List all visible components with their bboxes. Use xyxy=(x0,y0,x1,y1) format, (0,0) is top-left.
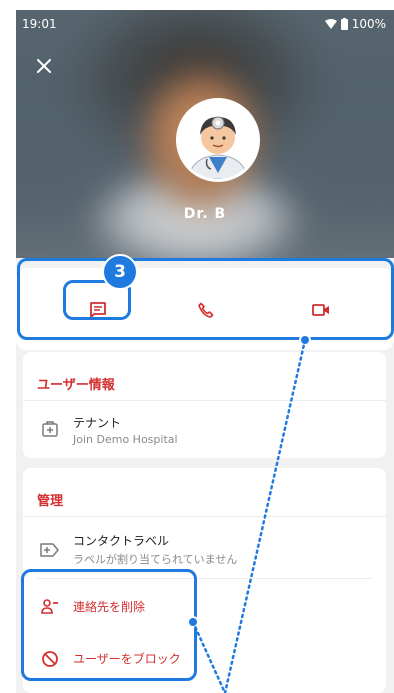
video-call-button[interactable] xyxy=(291,292,351,328)
avatar xyxy=(176,98,260,182)
call-button[interactable] xyxy=(176,292,236,328)
wifi-icon xyxy=(324,19,337,29)
battery-level: 100% xyxy=(351,17,386,31)
message-button[interactable] xyxy=(68,292,128,328)
management-title: 管理 xyxy=(37,494,64,509)
close-button[interactable] xyxy=(32,54,56,78)
status-time: 19:01 xyxy=(22,17,57,31)
phone-icon xyxy=(198,302,214,318)
contact-detail-screen: 19:01 100% Dr. B ユーザー情報 テナント Join Demo H… xyxy=(16,10,394,693)
profile-header: 19:01 100% Dr. B xyxy=(16,10,394,258)
block-user-button[interactable]: ユーザーをブロック xyxy=(73,650,181,667)
contact-name: Dr. B xyxy=(183,206,227,222)
status-bar: 19:01 100% xyxy=(16,10,394,38)
video-icon xyxy=(312,304,329,316)
message-icon xyxy=(90,302,106,318)
step-badge: 3 xyxy=(102,254,138,290)
user-info-card: ユーザー情報 テナント Join Demo Hospital xyxy=(23,352,386,458)
battery-icon xyxy=(340,18,348,30)
contact-label-title[interactable]: コンタクトラベル xyxy=(73,532,169,549)
doctor-avatar-icon xyxy=(179,101,257,179)
contact-label-value: ラベルが割り当てられていません xyxy=(73,553,238,566)
remove-contact-icon xyxy=(39,595,61,617)
management-card: 管理 コンタクトラベル ラベルが割り当てられていません 連絡先を削除 ユーザーを… xyxy=(23,468,386,693)
block-icon xyxy=(39,648,61,670)
tenant-icon xyxy=(39,418,61,440)
action-row xyxy=(16,268,394,350)
close-icon xyxy=(37,59,51,73)
delete-contact-button[interactable]: 連絡先を削除 xyxy=(73,598,145,615)
tenant-value: Join Demo Hospital xyxy=(73,433,178,446)
tenant-label: テナント xyxy=(73,416,122,430)
user-info-title: ユーザー情報 xyxy=(37,378,115,393)
label-icon xyxy=(39,539,61,561)
